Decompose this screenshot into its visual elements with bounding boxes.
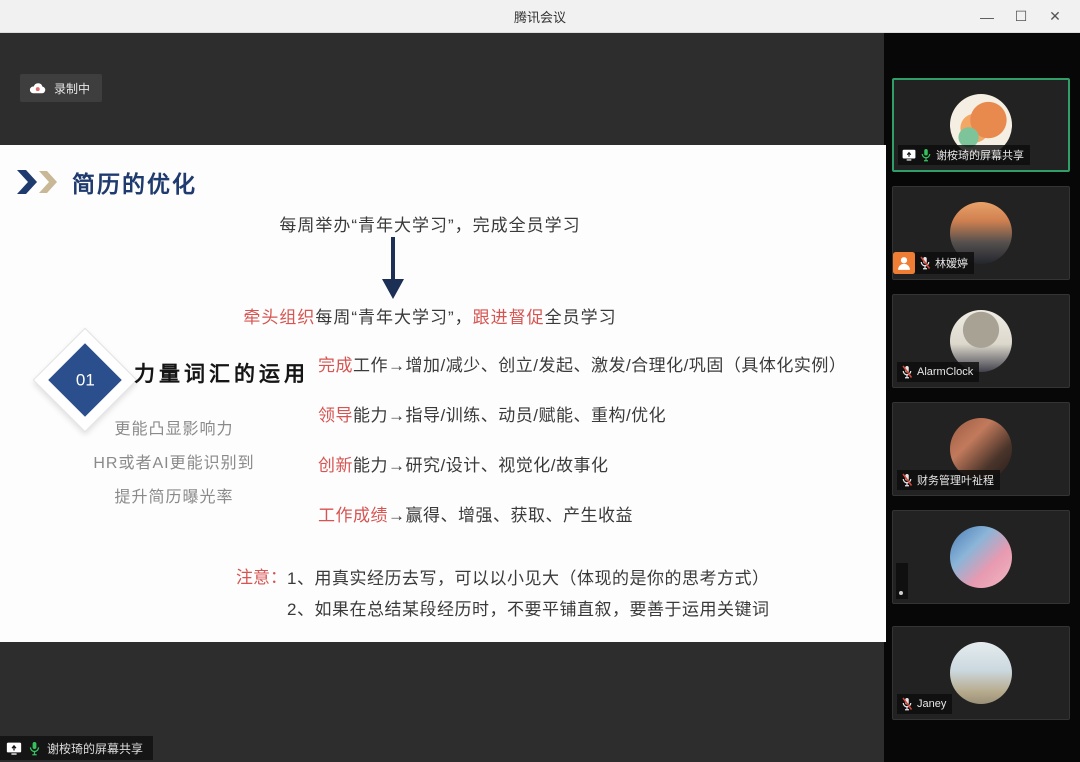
- power-word-items: 完成工作→增加/减少、创立/发起、激发/合理化/巩固（具体化实例） 领导能力→指…: [318, 351, 878, 551]
- benefit-item: HR或者AI更能识别到: [28, 447, 320, 481]
- participant-name: 谢桉琦的屏幕共享: [936, 147, 1024, 163]
- power-item: 领导能力→指导/训练、动员/赋能、重构/优化: [318, 401, 878, 426]
- participants-sidebar: 谢桉琦的屏幕共享: [884, 33, 1080, 762]
- avatar: [950, 642, 1012, 704]
- mic-muted-icon: [901, 473, 913, 487]
- flow-seg-2: 每周“青年大学习”，: [315, 308, 472, 327]
- minimize-button[interactable]: —: [970, 0, 1004, 33]
- participant-tile[interactable]: AlarmClock: [892, 294, 1070, 388]
- share-banner-label: 谢桉琦的屏幕共享: [47, 740, 143, 757]
- benefit-item: 提升简历曝光率: [28, 481, 320, 515]
- recording-label: 录制中: [54, 80, 90, 97]
- slide-title: 简历的优化: [72, 165, 197, 199]
- participant-label: 财务管理叶祉程: [897, 470, 1000, 490]
- mic-muted-icon: [901, 697, 913, 711]
- power-item: 完成工作→增加/减少、创立/发起、激发/合理化/巩固（具体化实例）: [318, 351, 878, 376]
- screen-share-icon: [902, 149, 916, 161]
- note-line: 1、用真实经历去写，可以以小见大（体现的是你的思考方式）: [287, 563, 769, 594]
- down-arrow-icon: [381, 237, 405, 301]
- flow-top-text: 每周举办“青年大学习”，完成全员学习: [0, 211, 860, 236]
- avatar: [950, 526, 1012, 588]
- recording-badge[interactable]: 录制中: [20, 74, 102, 102]
- benefit-item: 更能凸显影响力: [28, 413, 320, 447]
- section-number: 01: [76, 370, 95, 390]
- note-label: 注意：: [236, 563, 287, 625]
- titlebar: 腾讯会议 — ☐ ✕: [0, 0, 1080, 33]
- cloud-record-icon: [28, 81, 46, 95]
- window-title: 腾讯会议: [0, 7, 1080, 26]
- note-block: 注意： 1、用真实经历去写，可以以小见大（体现的是你的思考方式） 2、如果在总结…: [236, 563, 769, 625]
- screen-share-icon: [6, 742, 22, 755]
- participant-name: 财务管理叶祉程: [917, 472, 994, 488]
- power-item: 创新能力→研究/设计、视觉化/故事化: [318, 451, 878, 476]
- participant-tile[interactable]: 财务管理叶祉程: [892, 402, 1070, 496]
- participant-name: AlarmClock: [917, 366, 973, 378]
- mic-muted-icon: [901, 365, 913, 379]
- participant-tile[interactable]: Janey: [892, 626, 1070, 720]
- mic-on-icon: [920, 148, 932, 162]
- participant-label: 谢桉琦的屏幕共享: [898, 145, 1030, 165]
- participant-tile[interactable]: [892, 510, 1070, 604]
- participant-tile-sharer[interactable]: 谢桉琦的屏幕共享: [892, 78, 1070, 172]
- flow-bottom-text: 牵头组织每周“青年大学习”，跟进督促全员学习: [0, 303, 860, 328]
- participant-name: Janey: [917, 698, 946, 710]
- window-controls: — ☐ ✕: [970, 0, 1072, 33]
- section-heading: 力量词汇的运用: [134, 358, 309, 388]
- mic-muted-icon: [919, 256, 931, 270]
- participant-label: 林嫒婷: [915, 252, 974, 274]
- participant-label: Janey: [897, 694, 952, 714]
- app-window: 腾讯会议 — ☐ ✕ 录制中: [0, 0, 1080, 762]
- flow-seg-red-3: 跟进督促: [473, 308, 545, 327]
- member-badge-icon: [893, 252, 915, 274]
- flow-seg-red-1: 牵头组织: [243, 308, 315, 327]
- shared-screen-area: 录制中 简历的优化 每周举办“青年大学习”，完成全员学习 牵头: [0, 33, 884, 762]
- participant-label-stub: [896, 563, 908, 599]
- close-button[interactable]: ✕: [1038, 0, 1072, 33]
- presentation-slide: 简历的优化 每周举办“青年大学习”，完成全员学习 牵头组织每周“青年大学习”，跟…: [0, 145, 886, 642]
- maximize-button[interactable]: ☐: [1004, 0, 1038, 33]
- participant-name: 林嫒婷: [935, 255, 968, 271]
- screen-share-banner: 谢桉琦的屏幕共享: [0, 736, 153, 760]
- participant-label: AlarmClock: [897, 362, 979, 382]
- power-item: 工作成绩→赢得、增强、获取、产生收益: [318, 501, 878, 526]
- benefits-list: 更能凸显影响力 HR或者AI更能识别到 提升简历曝光率: [28, 413, 320, 515]
- mic-on-icon: [28, 741, 41, 756]
- note-line: 2、如果在总结某段经历时，不要平铺直叙，要善于运用关键词: [287, 594, 769, 625]
- chevron-bullets-icon: [16, 169, 62, 195]
- participant-tile[interactable]: 林嫒婷: [892, 186, 1070, 280]
- flow-seg-4: 全员学习: [545, 308, 617, 327]
